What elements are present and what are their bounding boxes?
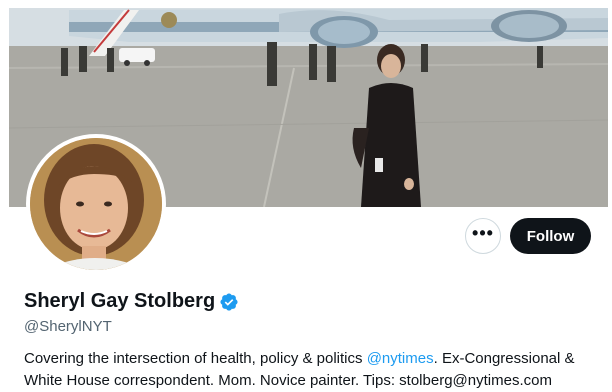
avatar-photo <box>30 138 162 270</box>
user-handle: @SherylNYT <box>24 318 112 335</box>
bio-mention-link[interactable]: @nytimes <box>367 350 434 367</box>
follow-button[interactable]: Follow <box>510 218 591 254</box>
verified-badge-icon[interactable] <box>219 292 239 312</box>
more-options-button[interactable]: ••• <box>465 218 501 254</box>
more-options-icon: ••• <box>472 223 494 243</box>
profile-avatar[interactable] <box>26 134 166 274</box>
display-name: Sheryl Gay Stolberg <box>24 290 216 312</box>
bio-text-start: Covering the intersection of health, pol… <box>24 350 367 367</box>
profile-name-row: Sheryl Gay Stolberg <box>24 290 239 313</box>
profile-bio: Covering the intersection of health, pol… <box>24 348 604 392</box>
